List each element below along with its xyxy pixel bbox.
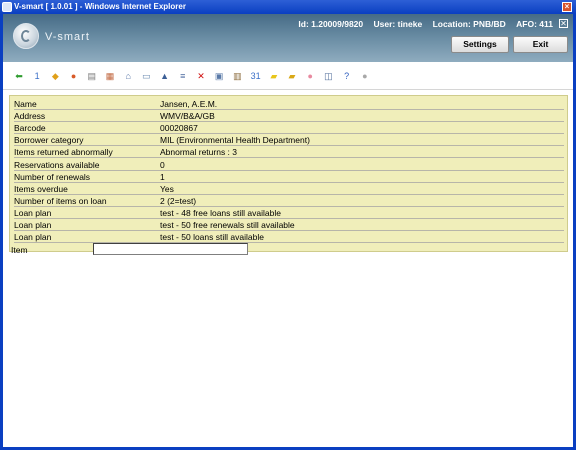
app-header: V-smart Id: 1.20009/9820 User: tineke Lo… bbox=[3, 14, 573, 62]
window-title: V-smart [ 1.0.01 ] - Windows Internet Ex… bbox=[14, 2, 186, 11]
detail-label: Number of items on loan bbox=[14, 195, 107, 206]
detail-row: Number of renewals 1 bbox=[14, 172, 564, 183]
clipboard-icon[interactable]: ▥ bbox=[230, 69, 244, 83]
detail-label: Borrower category bbox=[14, 135, 84, 146]
window-titlebar: V-smart [ 1.0.01 ] - Windows Internet Ex… bbox=[0, 0, 576, 14]
detail-label: Items overdue bbox=[14, 183, 68, 194]
detail-row: Name Jansen, A.E.M. bbox=[14, 99, 564, 110]
detail-label: Barcode bbox=[14, 123, 46, 134]
close-icon[interactable]: ✕ bbox=[559, 19, 568, 28]
detail-value: 2 (2=test) bbox=[160, 195, 197, 206]
detail-value: 00020867 bbox=[160, 123, 198, 134]
exit-button[interactable]: Exit bbox=[513, 36, 568, 53]
detail-label: Reservations available bbox=[14, 159, 100, 170]
piggy-bank-icon[interactable]: ● bbox=[303, 69, 317, 83]
detail-label: Items returned abnormally bbox=[14, 147, 113, 158]
app-window: V-smart Id: 1.20009/9820 User: tineke Lo… bbox=[0, 14, 576, 450]
tag-icon[interactable]: ◆ bbox=[48, 69, 62, 83]
detail-row: Number of items on loan 2 (2=test) bbox=[14, 196, 564, 207]
vsmart-logo-icon bbox=[13, 23, 39, 49]
users-icon[interactable]: ● bbox=[67, 69, 81, 83]
ie-app-icon bbox=[2, 2, 12, 12]
afo-label: AFO: 411 bbox=[516, 19, 553, 29]
logo-text: V-smart bbox=[45, 31, 90, 43]
detail-value: Yes bbox=[160, 183, 174, 194]
user-label: User: tineke bbox=[373, 19, 423, 29]
toolbar: ⬅ 1 ◆ ● ▤ ▦ ⌂ ▭ ▲ ≡ ✕ ▣ ▥ 31 ▰ ▰ ● ◫? ● bbox=[3, 62, 573, 90]
detail-value: test - 50 free renewals still available bbox=[160, 220, 295, 230]
session-info: Id: 1.20009/9820 User: tineke Location: … bbox=[290, 19, 553, 29]
detail-label: Name bbox=[14, 99, 37, 109]
detail-row: Reservations available 0 bbox=[14, 160, 564, 171]
id-label: Id: 1.20009/9820 bbox=[298, 19, 364, 29]
stamp-icon[interactable]: ▲ bbox=[158, 69, 172, 83]
detail-label: Address bbox=[14, 111, 46, 122]
location-label: Location: PNB/BD bbox=[432, 19, 506, 29]
detail-row: Barcode 00020867 bbox=[14, 123, 564, 135]
detail-value: test - 48 free loans still available bbox=[160, 207, 281, 218]
delete-icon[interactable]: ✕ bbox=[194, 69, 208, 83]
detail-value: 1 bbox=[160, 171, 165, 182]
note-icon[interactable]: ▰ bbox=[267, 69, 281, 83]
detail-value: WMV/B&A/GB bbox=[160, 111, 215, 122]
detail-value: Jansen, A.E.M. bbox=[160, 99, 218, 109]
settings-button[interactable]: Settings bbox=[451, 36, 509, 53]
detail-row: Items overdue Yes bbox=[14, 184, 564, 195]
detail-row: Loan plan test - 48 free loans still avai… bbox=[14, 208, 564, 219]
detail-row: Items returned abnormally Abnormal return… bbox=[14, 147, 564, 159]
document-list-icon[interactable]: ≡ bbox=[176, 69, 190, 83]
window-close-button[interactable]: × bbox=[562, 2, 572, 12]
detail-value: MIL (Environmental Health Department) bbox=[160, 135, 310, 146]
back-arrow-icon[interactable]: ⬅ bbox=[12, 69, 26, 83]
printer-icon[interactable]: ▤ bbox=[85, 69, 99, 83]
notes-stack-icon[interactable]: ▰ bbox=[285, 69, 299, 83]
card-icon[interactable]: ▭ bbox=[139, 69, 153, 83]
item-label: Item bbox=[11, 245, 28, 255]
view-icon[interactable]: ◫ bbox=[321, 69, 335, 83]
help-icon[interactable]: ? bbox=[340, 69, 354, 83]
calendar-31-icon[interactable]: 31 bbox=[249, 69, 263, 83]
print-preview-icon[interactable]: ▣ bbox=[212, 69, 226, 83]
detail-label: Loan plan bbox=[14, 207, 52, 218]
detail-label: Loan plan bbox=[14, 232, 52, 243]
detail-value: 0 bbox=[160, 159, 165, 170]
detail-value: test - 50 loans still available bbox=[160, 232, 264, 243]
detail-row: Address WMV/B&A/GB bbox=[14, 111, 564, 123]
borrower-details-panel: Name Jansen, A.E.M. Address WMV/B&A/GB Barco… bbox=[9, 95, 568, 252]
detail-row: Loan plan test - 50 loans still available bbox=[14, 232, 564, 244]
detail-label: Loan plan bbox=[14, 220, 52, 230]
user-group-icon[interactable]: ● bbox=[358, 69, 372, 83]
calendar-one-icon[interactable]: 1 bbox=[30, 69, 44, 83]
item-input[interactable] bbox=[93, 243, 248, 255]
books-icon[interactable]: ▦ bbox=[103, 69, 117, 83]
home-icon[interactable]: ⌂ bbox=[121, 69, 135, 83]
detail-value: Abnormal returns : 3 bbox=[160, 147, 238, 158]
detail-row: Loan plan test - 50 free renewals still a… bbox=[14, 220, 564, 231]
detail-row: Borrower category MIL (Environmental Heal… bbox=[14, 135, 564, 147]
detail-label: Number of renewals bbox=[14, 171, 91, 182]
